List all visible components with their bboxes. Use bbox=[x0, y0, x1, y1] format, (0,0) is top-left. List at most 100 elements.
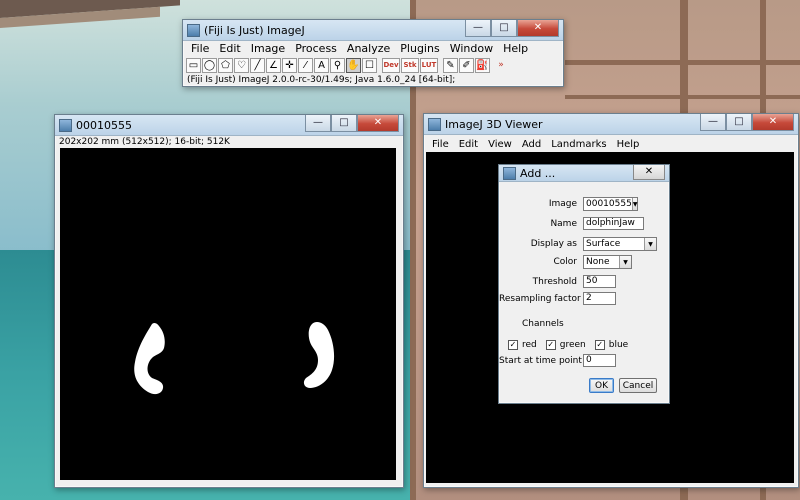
start-time-field[interactable]: 0 bbox=[583, 354, 616, 367]
desktop-beam bbox=[565, 95, 800, 99]
viewer-menu-edit[interactable]: Edit bbox=[454, 139, 483, 150]
image-content bbox=[134, 322, 335, 395]
viewer-menu-help[interactable]: Help bbox=[612, 139, 645, 150]
more-tools-icon[interactable]: » bbox=[495, 58, 507, 73]
color-value: None bbox=[586, 257, 610, 267]
color-select[interactable]: None ▼ bbox=[583, 255, 632, 269]
image-window-titlebar[interactable]: i 00010555 — □ ✕ bbox=[55, 115, 403, 136]
fiji-main-window[interactable]: i (Fiji Is Just) ImageJ — □ ✕ FileEditIm… bbox=[182, 19, 564, 87]
menu-edit[interactable]: Edit bbox=[214, 42, 245, 55]
maximize-button[interactable]: □ bbox=[491, 20, 517, 37]
name-field[interactable]: dolphinJaw bbox=[583, 217, 644, 230]
brush-tool-icon[interactable]: ✐ bbox=[459, 58, 474, 73]
channel-green-option[interactable]: ✓ green bbox=[545, 340, 586, 350]
start-time-label: Start at time point bbox=[499, 355, 582, 366]
3d-viewer-menubar: File Edit View Add Landmarks Help bbox=[424, 135, 798, 153]
image-label: Image bbox=[548, 199, 577, 209]
channel-red-label: red bbox=[522, 340, 537, 350]
angle-tool-icon[interactable]: ∠ bbox=[266, 58, 281, 73]
display-as-value: Surface bbox=[586, 239, 621, 249]
menu-file[interactable]: File bbox=[186, 42, 214, 55]
close-button[interactable]: ✕ bbox=[357, 115, 399, 132]
magnifier-tool-icon[interactable]: ⚲ bbox=[330, 58, 345, 73]
flood-fill-tool-icon[interactable]: ⛽ bbox=[475, 58, 490, 73]
hand-tool-icon[interactable]: ✋ bbox=[346, 58, 361, 73]
developer-menu-icon[interactable]: Dev bbox=[382, 58, 400, 73]
cancel-button[interactable]: Cancel bbox=[619, 378, 657, 393]
chevron-down-icon: ▼ bbox=[644, 238, 656, 250]
close-button[interactable]: ✕ bbox=[633, 165, 665, 180]
fiji-window-controls: — □ ✕ bbox=[465, 20, 559, 37]
viewer-menu-add[interactable]: Add bbox=[517, 139, 546, 150]
minimize-button[interactable]: — bbox=[305, 115, 331, 132]
threshold-field[interactable]: 50 bbox=[583, 275, 616, 288]
resampling-field[interactable]: 2 bbox=[583, 292, 616, 305]
channel-blue-option[interactable]: ✓ blue bbox=[594, 340, 629, 350]
freehand-tool-icon[interactable]: ♡ bbox=[234, 58, 249, 73]
image-window-title: 00010555 bbox=[76, 118, 132, 132]
fiji-titlebar[interactable]: i (Fiji Is Just) ImageJ — □ ✕ bbox=[183, 20, 563, 41]
add-dialog-title: Add ... bbox=[520, 166, 556, 180]
maximize-button[interactable]: □ bbox=[726, 114, 752, 131]
fiji-toolbar: ▭ ◯ ⬠ ♡ ╱ ∠ ✛ ⁄ A ⚲ ✋ ☐ Dev Stk LUT ✎ ✐ ⛽ » bbox=[183, 56, 563, 75]
pencil-tool-icon[interactable]: ✎ bbox=[443, 58, 458, 73]
point-tool-icon[interactable]: ✛ bbox=[282, 58, 297, 73]
viewer-menu-file[interactable]: File bbox=[427, 139, 454, 150]
checkbox-green[interactable]: ✓ bbox=[545, 340, 556, 350]
threshold-label: Threshold bbox=[532, 276, 577, 287]
menu-analyze[interactable]: Analyze bbox=[342, 42, 395, 55]
image-canvas[interactable] bbox=[60, 148, 396, 480]
3d-viewer-controls: — □ ✕ bbox=[700, 114, 794, 131]
image-window-controls: — □ ✕ bbox=[305, 115, 399, 132]
oval-tool-icon[interactable]: ◯ bbox=[202, 58, 217, 73]
image-select-value: 00010555 bbox=[586, 199, 632, 209]
jaw-blob-right bbox=[303, 322, 335, 388]
checkbox-red[interactable]: ✓ bbox=[508, 340, 518, 350]
viewer-menu-view[interactable]: View bbox=[483, 139, 517, 150]
menu-process[interactable]: Process bbox=[290, 42, 342, 55]
line-tool-icon[interactable]: ╱ bbox=[250, 58, 265, 73]
display-as-label: Display as bbox=[530, 239, 577, 249]
checkbox-blue[interactable]: ✓ bbox=[594, 340, 605, 350]
rectangle-tool-icon[interactable]: ▭ bbox=[186, 58, 201, 73]
chevron-down-icon: ▼ bbox=[631, 198, 638, 210]
minimize-button[interactable]: — bbox=[700, 114, 726, 131]
resampling-label: Resampling factor bbox=[499, 293, 581, 304]
display-as-select[interactable]: Surface ▼ bbox=[583, 237, 657, 251]
add-dialog-form: Image 00010555 ▼ Name dolphinJaw Display… bbox=[499, 182, 669, 402]
color-label: Color bbox=[553, 257, 578, 267]
3d-viewer-title: ImageJ 3D Viewer bbox=[445, 117, 543, 131]
stack-menu-icon[interactable]: Stk bbox=[401, 58, 419, 73]
maximize-button[interactable]: □ bbox=[331, 115, 357, 132]
lut-menu-icon[interactable]: LUT bbox=[420, 58, 438, 73]
channel-green-label: green bbox=[559, 340, 586, 350]
menu-plugins[interactable]: Plugins bbox=[395, 42, 444, 55]
3d-viewer-titlebar[interactable]: i ImageJ 3D Viewer — □ ✕ bbox=[424, 114, 798, 135]
channel-red-option[interactable]: ✓ red bbox=[508, 340, 537, 350]
image-window[interactable]: i 00010555 — □ ✕ 202x202 mm (512x512); 1… bbox=[54, 114, 404, 488]
fiji-window-title: (Fiji Is Just) ImageJ bbox=[204, 23, 305, 37]
close-button[interactable]: ✕ bbox=[752, 114, 794, 131]
polygon-tool-icon[interactable]: ⬠ bbox=[218, 58, 233, 73]
fiji-status: (Fiji Is Just) ImageJ 2.0.0-rc-30/1.49s;… bbox=[187, 75, 456, 85]
menu-help[interactable]: Help bbox=[498, 42, 533, 55]
channels-label: Channels bbox=[522, 319, 564, 329]
image-info: 202x202 mm (512x512); 16-bit; 512K bbox=[59, 137, 230, 147]
add-dialog-titlebar[interactable]: i Add ... ✕ bbox=[499, 165, 669, 182]
chevron-down-icon: ▼ bbox=[619, 256, 631, 268]
close-button[interactable]: ✕ bbox=[517, 20, 559, 37]
text-tool-icon[interactable]: A bbox=[314, 58, 329, 73]
wand-tool-icon[interactable]: ⁄ bbox=[298, 58, 313, 73]
viewer-menu-landmarks[interactable]: Landmarks bbox=[546, 139, 611, 150]
channel-blue-label: blue bbox=[608, 340, 629, 350]
color-picker-tool-icon[interactable]: ☐ bbox=[362, 58, 377, 73]
menu-window[interactable]: Window bbox=[445, 42, 498, 55]
minimize-button[interactable]: — bbox=[465, 20, 491, 37]
channels-group: ✓ red ✓ green ✓ blue bbox=[508, 340, 637, 350]
add-dialog[interactable]: i Add ... ✕ Image 00010555 ▼ Name dolphi… bbox=[498, 164, 670, 404]
menu-image[interactable]: Image bbox=[246, 42, 290, 55]
image-select[interactable]: 00010555 ▼ bbox=[583, 197, 638, 211]
ok-button[interactable]: OK bbox=[589, 378, 614, 393]
add-dialog-controls: ✕ bbox=[633, 165, 665, 182]
image-window-icon: i bbox=[59, 118, 72, 132]
